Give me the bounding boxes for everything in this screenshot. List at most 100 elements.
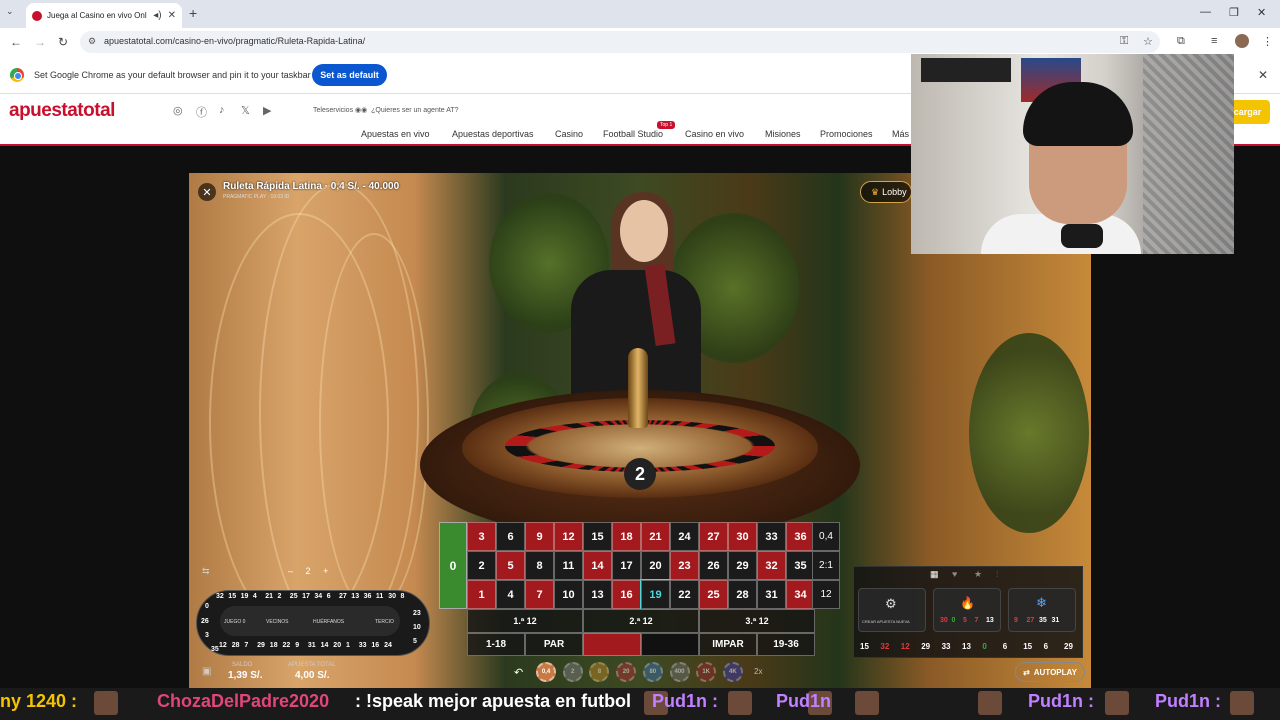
race-number-13[interactable]: 13: [351, 593, 359, 600]
bet-19-36[interactable]: 19-36: [757, 633, 815, 656]
bet-number-23[interactable]: 23: [670, 551, 699, 580]
race-tercio[interactable]: TERCIO: [375, 619, 394, 625]
infobar-close-icon[interactable]: ✕: [1258, 68, 1268, 82]
tab-mute-icon[interactable]: ◂): [153, 10, 161, 21]
autoplay-button[interactable]: ⇄ AUTOPLAY: [1015, 662, 1085, 682]
bet-zero[interactable]: 0: [439, 522, 467, 609]
race-number-28[interactable]: 28: [232, 642, 240, 649]
menu-misiones[interactable]: Misiones: [765, 129, 801, 139]
bet-number-5[interactable]: 5: [496, 551, 525, 580]
site-info-icon[interactable]: ⚙: [88, 36, 96, 47]
bet-number-31[interactable]: 31: [757, 580, 786, 609]
menu-football-studio[interactable]: Football Studio: [603, 129, 663, 139]
chip-stepper[interactable]: – 2 +: [288, 566, 328, 576]
race-number-14[interactable]: 14: [321, 642, 329, 649]
tab-search-icon[interactable]: ⌄: [6, 6, 14, 17]
race-number-9[interactable]: 9: [295, 642, 299, 649]
bet-red[interactable]: [583, 633, 641, 656]
bet-number-7[interactable]: 7: [525, 580, 554, 609]
bet-number-15[interactable]: 15: [583, 522, 612, 551]
forward-icon[interactable]: →: [34, 35, 46, 49]
x-twitter-icon[interactable]: 𝕏: [241, 104, 250, 117]
site-logo[interactable]: apuestatotal: [9, 100, 115, 122]
dozen-1[interactable]: 1.ª 12: [467, 609, 583, 633]
race-number-35[interactable]: 35: [211, 646, 219, 653]
chip-80[interactable]: 80: [642, 662, 663, 682]
bet-number-22[interactable]: 22: [670, 580, 699, 609]
bet-number-11[interactable]: 11: [554, 551, 583, 580]
bet-number-20[interactable]: 20: [641, 551, 670, 580]
bet-number-25[interactable]: 25: [699, 580, 728, 609]
race-number-25[interactable]: 25: [290, 593, 298, 600]
race-number-23[interactable]: 23: [413, 610, 421, 617]
browser-tab[interactable]: Juega al Casino en vivo Onl ◂) ✕: [26, 3, 182, 28]
column-bet-middle[interactable]: 2:1: [812, 551, 840, 580]
chrome-menu-icon[interactable]: ⋮: [1262, 35, 1273, 48]
bet-number-27[interactable]: 27: [699, 522, 728, 551]
race-number-29[interactable]: 29: [257, 642, 265, 649]
race-number-32[interactable]: 32: [216, 593, 224, 600]
menu-apuestas-deportivas[interactable]: Apuestas deportivas: [452, 129, 534, 139]
menu-apuestas-en-vivo[interactable]: Apuestas en vivo: [361, 129, 430, 139]
extensions-icon[interactable]: ⧉: [1177, 35, 1185, 48]
race-number-17[interactable]: 17: [302, 593, 310, 600]
undo-icon[interactable]: ↶: [514, 666, 523, 679]
bet-number-21[interactable]: 21: [641, 522, 670, 551]
chip-2[interactable]: 2: [562, 662, 583, 682]
race-number-6[interactable]: 6: [327, 593, 331, 600]
race-number-24[interactable]: 24: [384, 642, 392, 649]
menu-promociones[interactable]: Promociones: [820, 129, 873, 139]
minimize-icon[interactable]: —: [1200, 6, 1211, 18]
bet-number-8[interactable]: 8: [525, 551, 554, 580]
race-number-8[interactable]: 8: [401, 593, 405, 600]
bet-number-16[interactable]: 16: [612, 580, 641, 609]
race-vecinos[interactable]: VECINOS: [266, 619, 289, 625]
race-number-10[interactable]: 10: [413, 624, 421, 631]
bet-number-35[interactable]: 35: [786, 551, 815, 580]
bet-number-3[interactable]: 3: [467, 522, 496, 551]
bet-number-32[interactable]: 32: [757, 551, 786, 580]
race-number-12[interactable]: 12: [219, 642, 227, 649]
window-close-icon[interactable]: ✕: [1257, 6, 1266, 19]
bet-number-10[interactable]: 10: [554, 580, 583, 609]
race-number-0[interactable]: 0: [205, 603, 209, 610]
special-bets-star-icon[interactable]: ★: [974, 569, 982, 580]
chip-20[interactable]: 20: [616, 662, 637, 682]
profile-avatar[interactable]: [1235, 34, 1249, 48]
race-number-34[interactable]: 34: [314, 593, 322, 600]
dozen-2[interactable]: 2.ª 12: [583, 609, 699, 633]
bet-number-4[interactable]: 4: [496, 580, 525, 609]
bet-number-34[interactable]: 34: [786, 580, 815, 609]
race-number-7[interactable]: 7: [244, 642, 248, 649]
teleservicios-link[interactable]: Teleservicios ◉◉ ¿Quieres ser un agente …: [313, 106, 459, 114]
bet-number-26[interactable]: 26: [699, 551, 728, 580]
bet-number-17[interactable]: 17: [612, 551, 641, 580]
race-number-36[interactable]: 36: [364, 593, 372, 600]
race-number-30[interactable]: 30: [388, 593, 396, 600]
bet-number-30[interactable]: 30: [728, 522, 757, 551]
bet-number-29[interactable]: 29: [728, 551, 757, 580]
bet-number-6[interactable]: 6: [496, 522, 525, 551]
restore-icon[interactable]: ❐: [1229, 6, 1239, 19]
race-huerfanos[interactable]: HUÉRFANOS: [313, 619, 344, 625]
dozen-3[interactable]: 3.ª 12: [699, 609, 815, 633]
race-number-2[interactable]: 2: [278, 593, 282, 600]
chip-0,4[interactable]: 0,4: [536, 662, 556, 682]
race-number-19[interactable]: 19: [241, 593, 249, 600]
bet-number-14[interactable]: 14: [583, 551, 612, 580]
bet-number-28[interactable]: 28: [728, 580, 757, 609]
new-tab-icon[interactable]: +: [189, 5, 197, 21]
race-number-26[interactable]: 26: [201, 618, 209, 625]
bet-number-1[interactable]: 1: [467, 580, 496, 609]
chip-400[interactable]: 400: [669, 662, 690, 682]
tiktok-icon[interactable]: ♪: [219, 104, 225, 116]
stepper-plus-icon[interactable]: +: [323, 566, 328, 576]
chip-4K[interactable]: 4K: [722, 662, 743, 682]
stats-chart-icon[interactable]: ⫶: [996, 569, 998, 580]
stepper-minus-icon[interactable]: –: [288, 566, 293, 576]
grid-view-icon[interactable]: ▦: [930, 569, 939, 580]
race-number-33[interactable]: 33: [359, 642, 367, 649]
password-key-icon[interactable]: ⚿: [1120, 35, 1128, 48]
bet-number-36[interactable]: 36: [786, 522, 815, 551]
hot-numbers-button[interactable]: [933, 588, 1001, 632]
